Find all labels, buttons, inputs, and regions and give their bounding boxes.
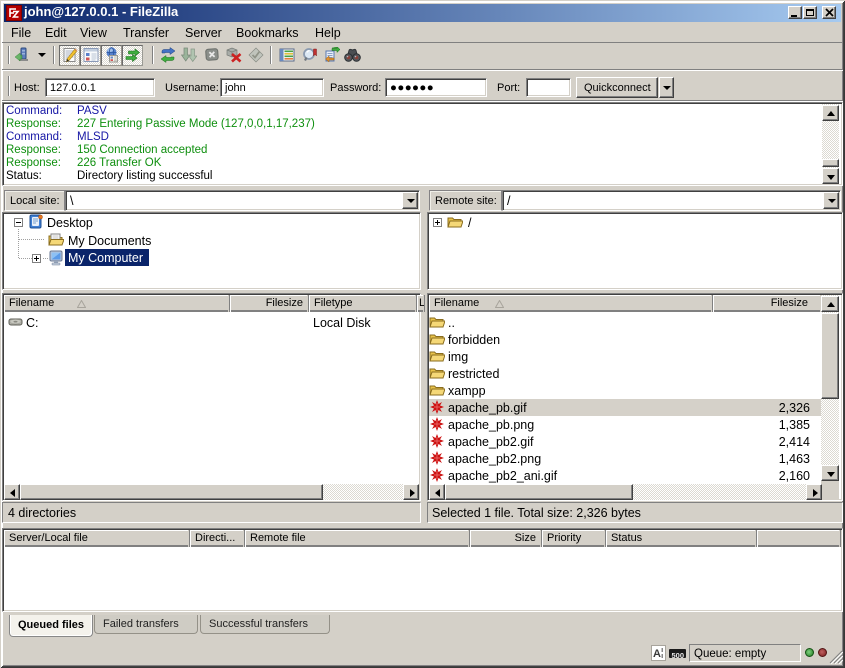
svg-text:A: A — [653, 648, 661, 660]
svg-text:500: 500 — [672, 651, 685, 660]
